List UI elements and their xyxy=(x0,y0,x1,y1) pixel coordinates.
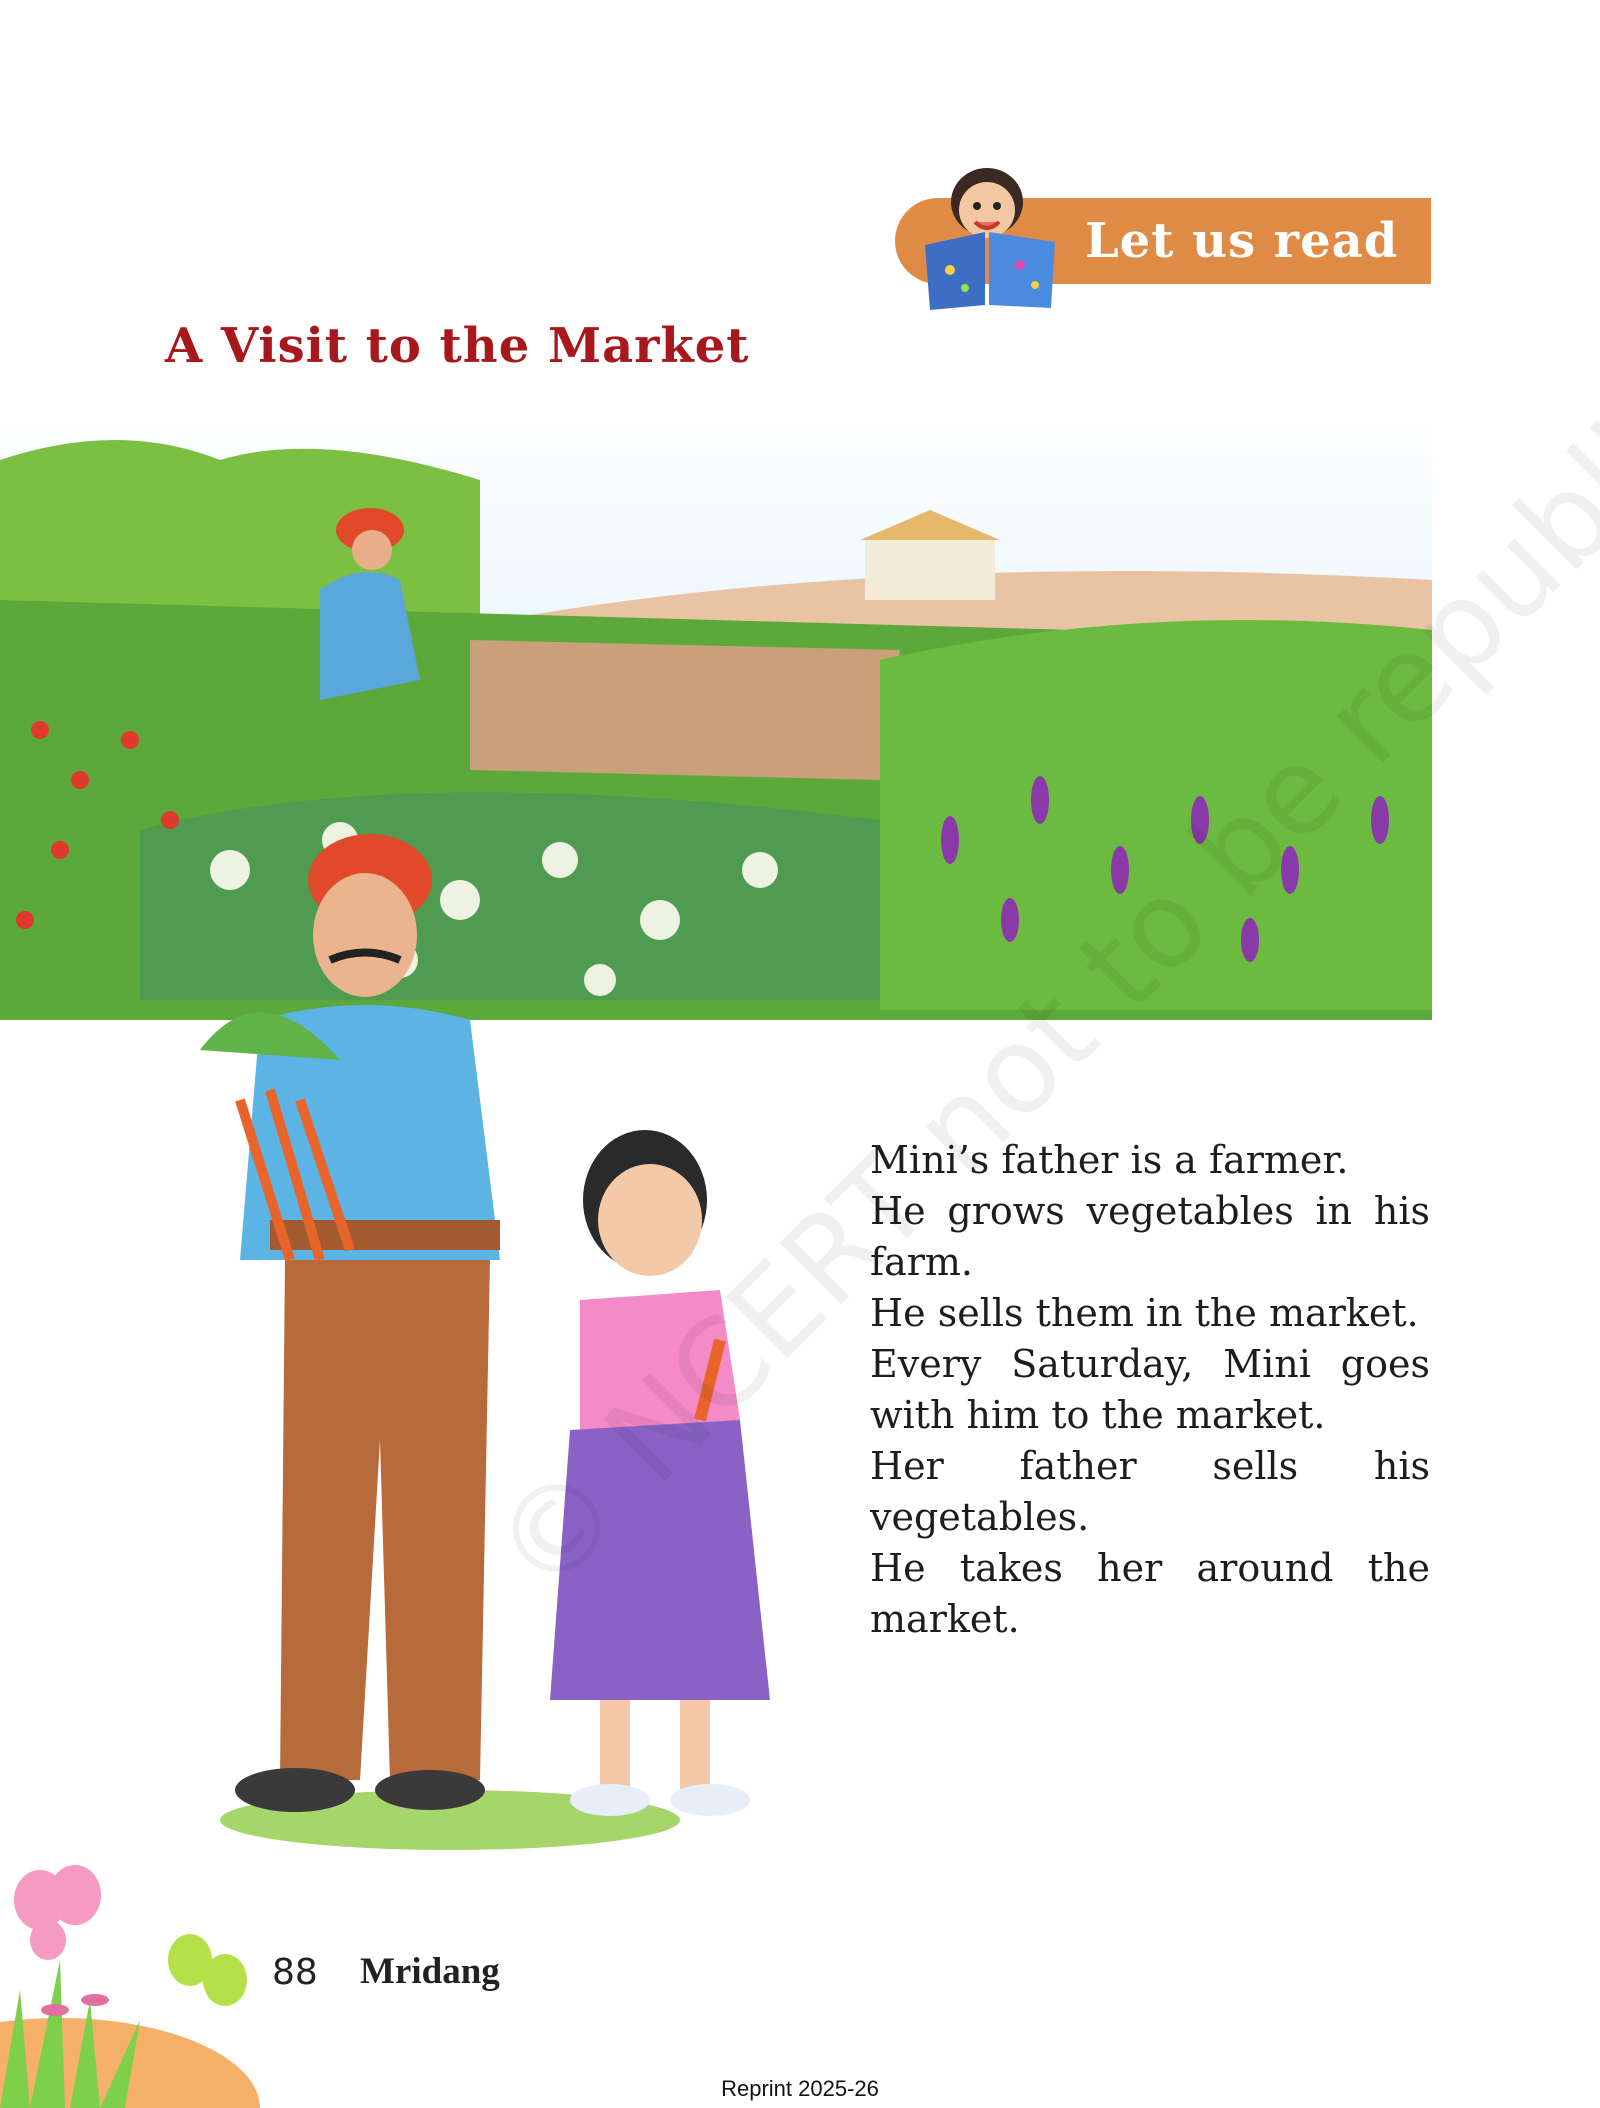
butterfly-grass-decoration xyxy=(0,1865,260,2108)
page-title: A Visit to the Market xyxy=(165,318,750,374)
page-number: 88 xyxy=(272,1952,318,1993)
reading-girl-icon xyxy=(925,168,1055,310)
story-line: Mini’s father is a farmer. xyxy=(870,1138,1349,1182)
story-text: Mini’s father is a farmer. He grows vege… xyxy=(870,1135,1430,1645)
story-line: He grows vegetables in his farm. xyxy=(870,1189,1430,1284)
story-line: Every Saturday, Mini goes with him to th… xyxy=(870,1342,1430,1437)
story-line: Her father sells his vegetables. xyxy=(870,1444,1430,1539)
father-and-mini-illustration xyxy=(200,834,770,1850)
book-name: Mridang xyxy=(360,1951,500,1992)
story-line: He takes her around the market. xyxy=(870,1546,1430,1641)
story-line: He sells them in the market. xyxy=(870,1291,1419,1335)
reprint-note: Reprint 2025-26 xyxy=(721,2076,879,2101)
banner-label: Let us read xyxy=(1085,213,1399,269)
